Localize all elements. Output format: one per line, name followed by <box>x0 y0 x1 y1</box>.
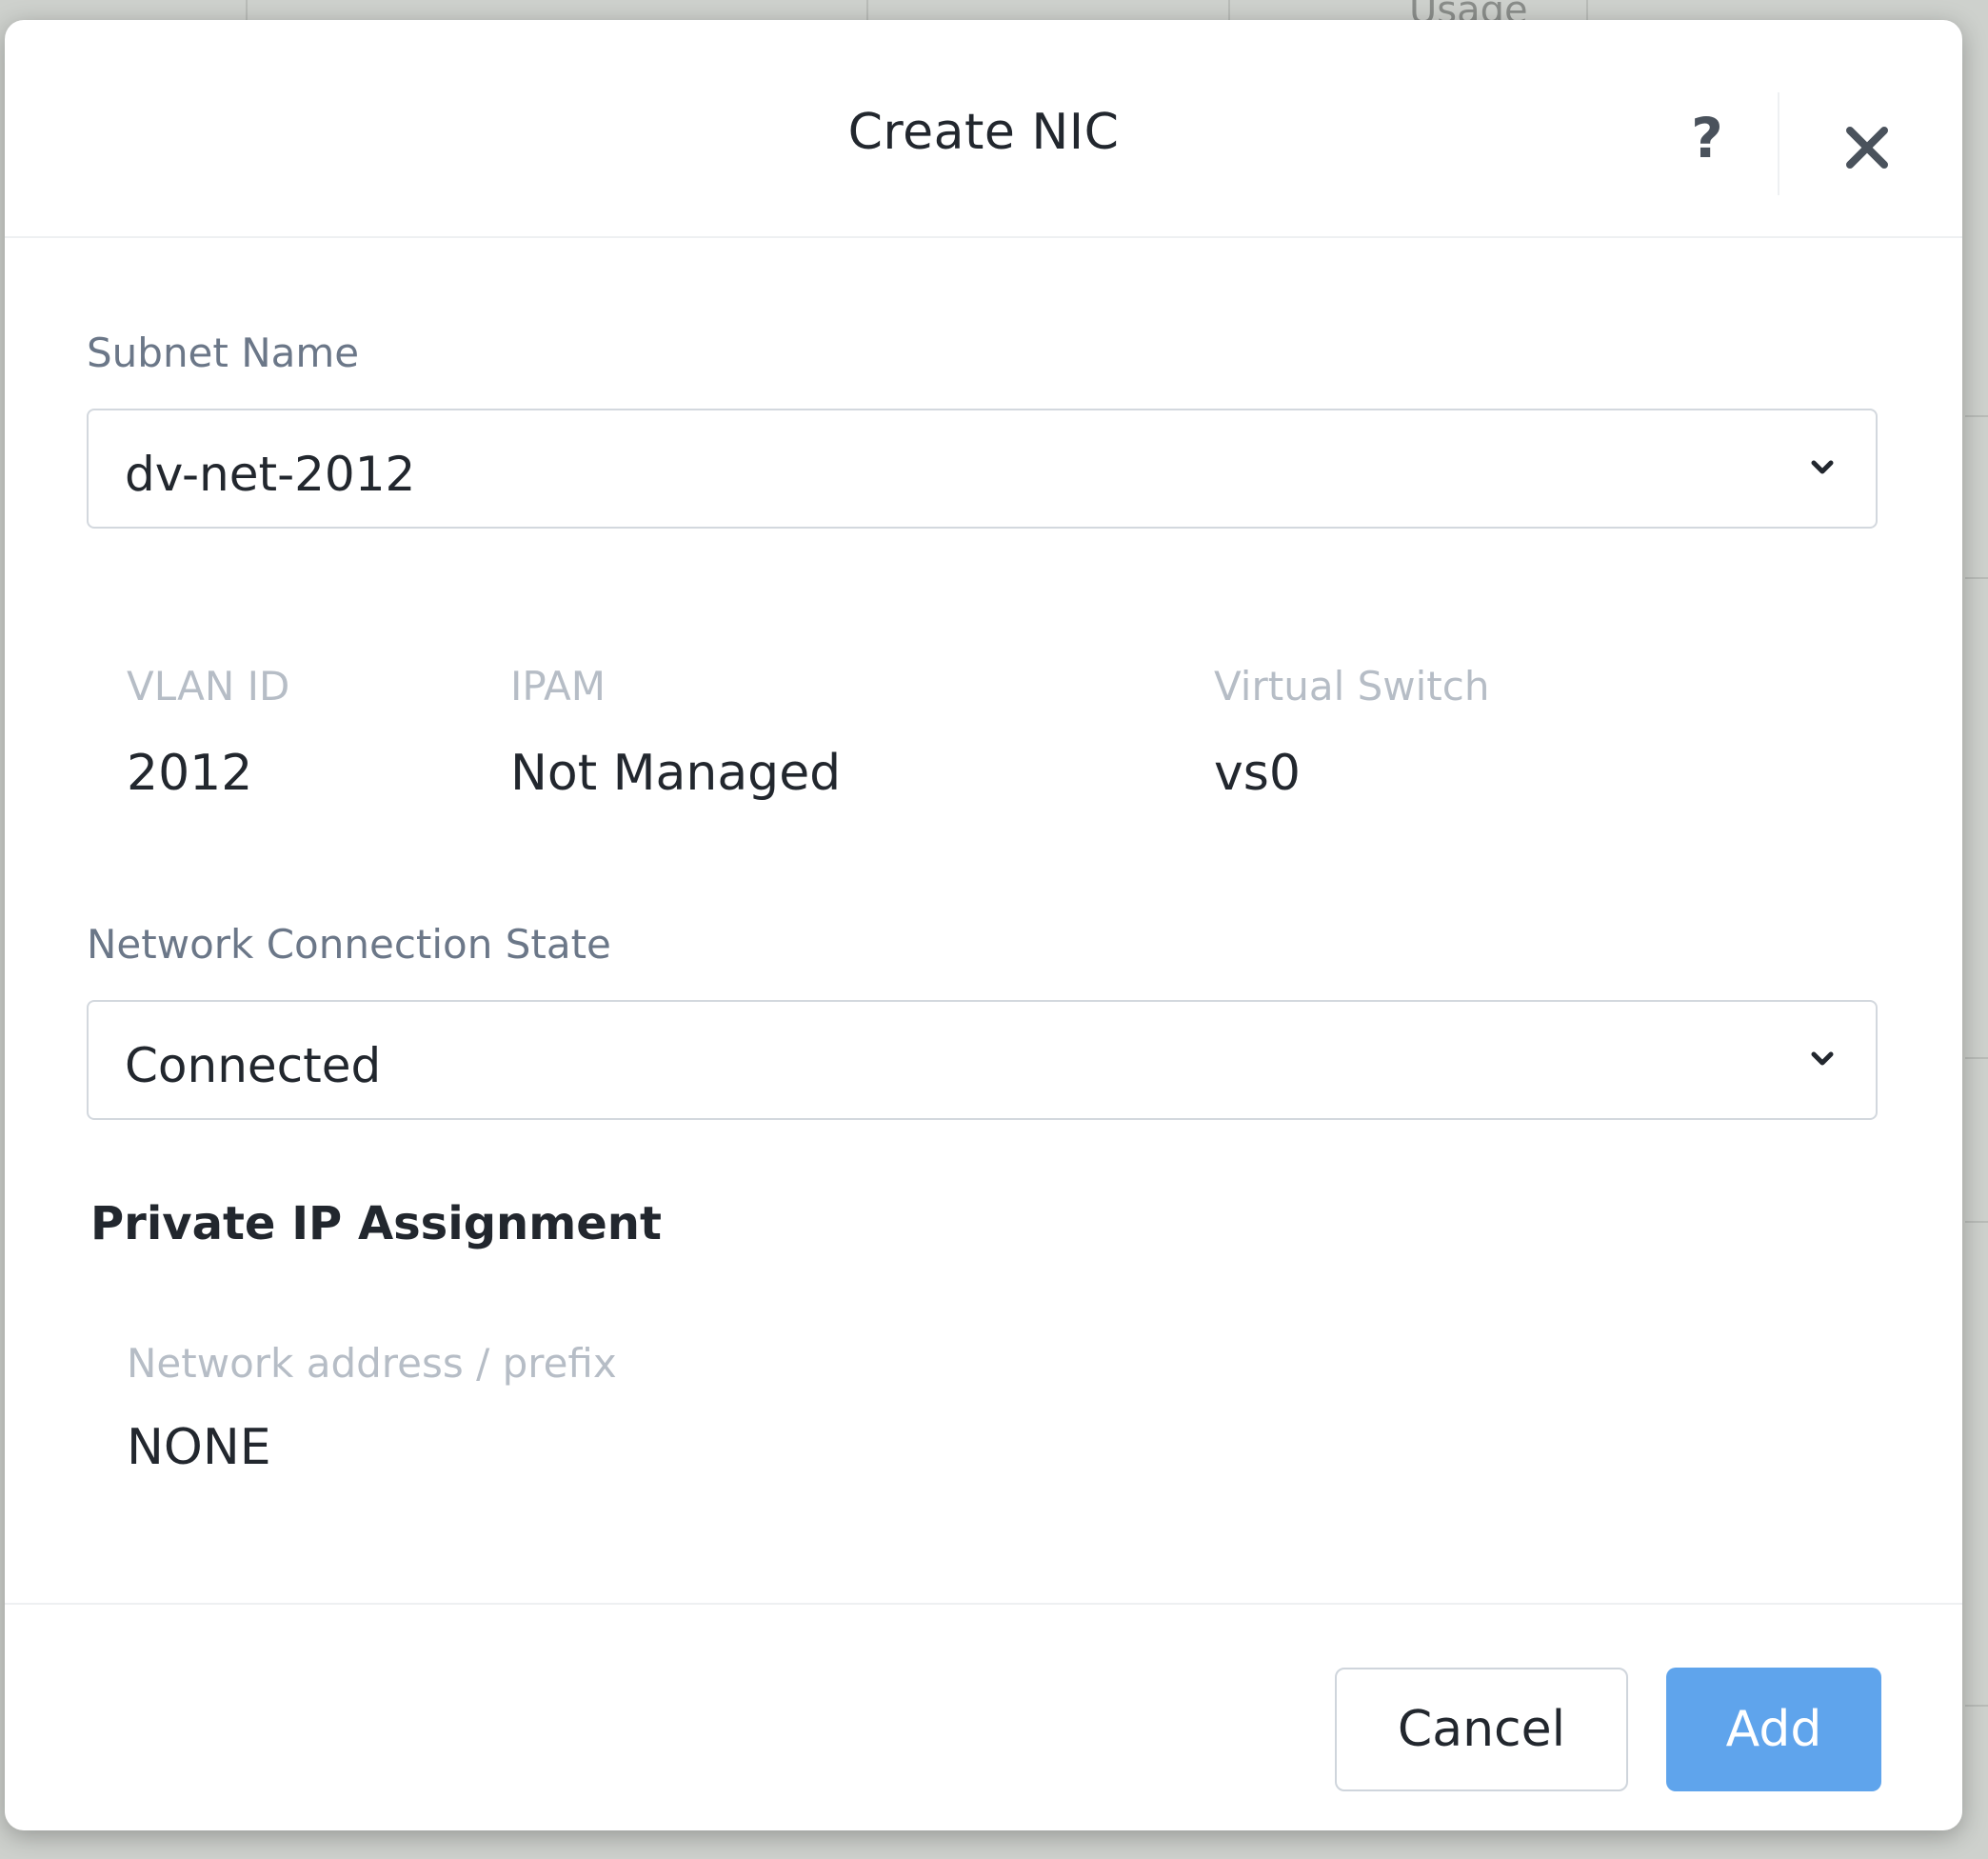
create-nic-dialog: Create NIC ? Subnet Name dv-net-2012 VLA… <box>5 20 1962 1830</box>
table-row-divider <box>1965 1705 1988 1707</box>
dialog-header: Create NIC ? <box>5 20 1962 238</box>
virtual-switch-value: vs0 <box>1214 745 1301 802</box>
table-row-divider <box>1965 1221 1988 1223</box>
cancel-button[interactable]: Cancel <box>1335 1668 1628 1791</box>
dialog-footer: Cancel Add <box>5 1603 1962 1830</box>
subnet-name-label: Subnet Name <box>87 330 360 376</box>
network-address-value: NONE <box>127 1419 271 1476</box>
connection-state-value: Connected <box>125 1038 382 1093</box>
vlan-id-label: VLAN ID <box>127 663 290 710</box>
ipam-value: Not Managed <box>510 745 842 802</box>
close-icon[interactable] <box>1833 113 1901 182</box>
question-mark-icon[interactable]: ? <box>1673 104 1741 172</box>
chevron-down-icon <box>1809 1049 1836 1072</box>
virtual-switch-label: Virtual Switch <box>1214 663 1490 710</box>
chevron-down-icon <box>1809 458 1836 481</box>
vlan-id-value: 2012 <box>127 745 253 802</box>
ipam-label: IPAM <box>510 663 606 710</box>
network-address-label: Network address / prefix <box>127 1340 617 1387</box>
subnet-name-value: dv-net-2012 <box>125 447 416 502</box>
dialog-body: Subnet Name dv-net-2012 VLAN ID 2012 IPA… <box>5 238 1962 1603</box>
subnet-name-select[interactable]: dv-net-2012 <box>87 409 1878 529</box>
header-divider <box>1778 92 1779 195</box>
table-row-divider <box>1965 577 1988 579</box>
connection-state-select[interactable]: Connected <box>87 1000 1878 1120</box>
add-button[interactable]: Add <box>1666 1668 1881 1791</box>
table-row-divider <box>1965 415 1988 417</box>
private-ip-section-title: Private IP Assignment <box>90 1197 662 1250</box>
table-row-divider <box>1965 1057 1988 1059</box>
dialog-title: Create NIC <box>847 104 1120 161</box>
connection-state-label: Network Connection State <box>87 921 611 968</box>
